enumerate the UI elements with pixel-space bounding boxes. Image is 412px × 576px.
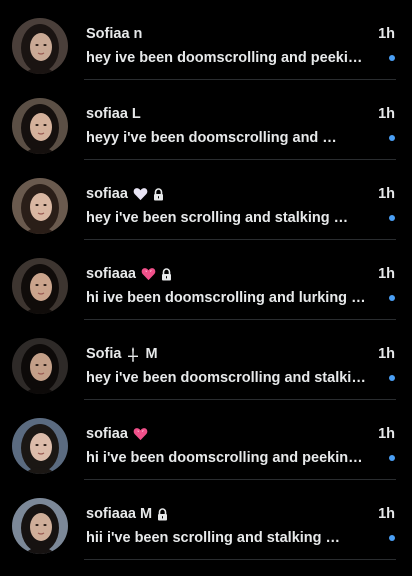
unread-dot-icon [389,535,395,541]
conversation-row[interactable]: sofiaa L 1h heyy i've been doomscrolling… [0,80,412,160]
unread-dot-icon [389,455,395,461]
message-preview: hey i've been scrolling and stalking … [86,210,349,226]
conversation-row[interactable]: sofiaa 1h hi i've been doomscrolling and… [0,400,412,480]
unread-dot-icon [389,215,395,221]
conversation-row[interactable]: sofiaaa 1h hi ive been doomscrolling and… [0,240,412,320]
unread-dot-icon [389,55,395,61]
timestamp: 1h [378,346,395,362]
avatar[interactable] [12,18,68,74]
message-preview: hi i've been doomscrolling and peeking… [86,450,370,466]
avatar[interactable] [12,498,68,554]
conversation-row[interactable]: sofiaa 1h hey i've been scrolling and st… [0,160,412,240]
contact-name: sofiaa [86,186,128,202]
lock-icon [153,187,164,201]
unread-dot-icon [389,135,395,141]
conversation-row[interactable]: Sofiaa n 1h hey ive been doomscrolling a… [0,0,412,80]
lock-icon [157,507,168,521]
contact-name: sofiaaa [86,266,136,282]
contact-name: sofiaaa M [86,506,153,522]
conversation-row[interactable]: sofiaaa M 1h hii i've been scrolling and… [0,480,412,560]
contact-name-suffix: M [145,346,158,362]
conversation-name: sofiaa [86,426,352,442]
avatar[interactable] [12,178,68,234]
conversation-name: sofiaa [86,186,352,202]
timestamp: 1h [378,506,395,522]
timestamp: 1h [378,186,395,202]
avatar[interactable] [12,98,68,154]
lock-icon [161,267,172,281]
avatar[interactable] [12,418,68,474]
contact-name: Sofiaa n [86,26,143,42]
contact-name: Sofia [86,346,122,362]
message-preview: hii i've been scrolling and stalking … [86,530,341,546]
dagger-icon [126,346,140,362]
message-preview: hey i've been doomscrolling and stalki… [86,370,366,386]
conversation-name: sofiaa L [86,106,352,122]
conversation-name: Sofiaa n [86,26,352,42]
message-preview: heyy i've been doomscrolling and … [86,130,337,146]
timestamp: 1h [378,266,395,282]
conversation-name: sofiaaa [86,266,352,282]
unread-dot-icon [389,295,395,301]
message-preview: hi ive been doomscrolling and lurking o… [86,290,370,306]
conversation-list: Sofiaa n 1h hey ive been doomscrolling a… [0,0,412,576]
timestamp: 1h [378,106,395,122]
contact-name: sofiaa [86,426,128,442]
conversation-name: sofiaaa M [86,506,352,522]
timestamp: 1h [378,426,395,442]
conversation-row[interactable]: Sofia M 1h hey i've been doomscrolling a… [0,320,412,400]
white-heart-icon [133,187,148,201]
contact-name: sofiaa L [86,106,141,122]
unread-dot-icon [389,375,395,381]
pink-heart-icon [133,427,148,441]
pink-heart-icon [141,267,156,281]
timestamp: 1h [378,26,395,42]
conversation-name: Sofia M [86,346,352,362]
avatar[interactable] [12,258,68,314]
message-preview: hey ive been doomscrolling and peekin… [86,50,370,66]
avatar[interactable] [12,338,68,394]
